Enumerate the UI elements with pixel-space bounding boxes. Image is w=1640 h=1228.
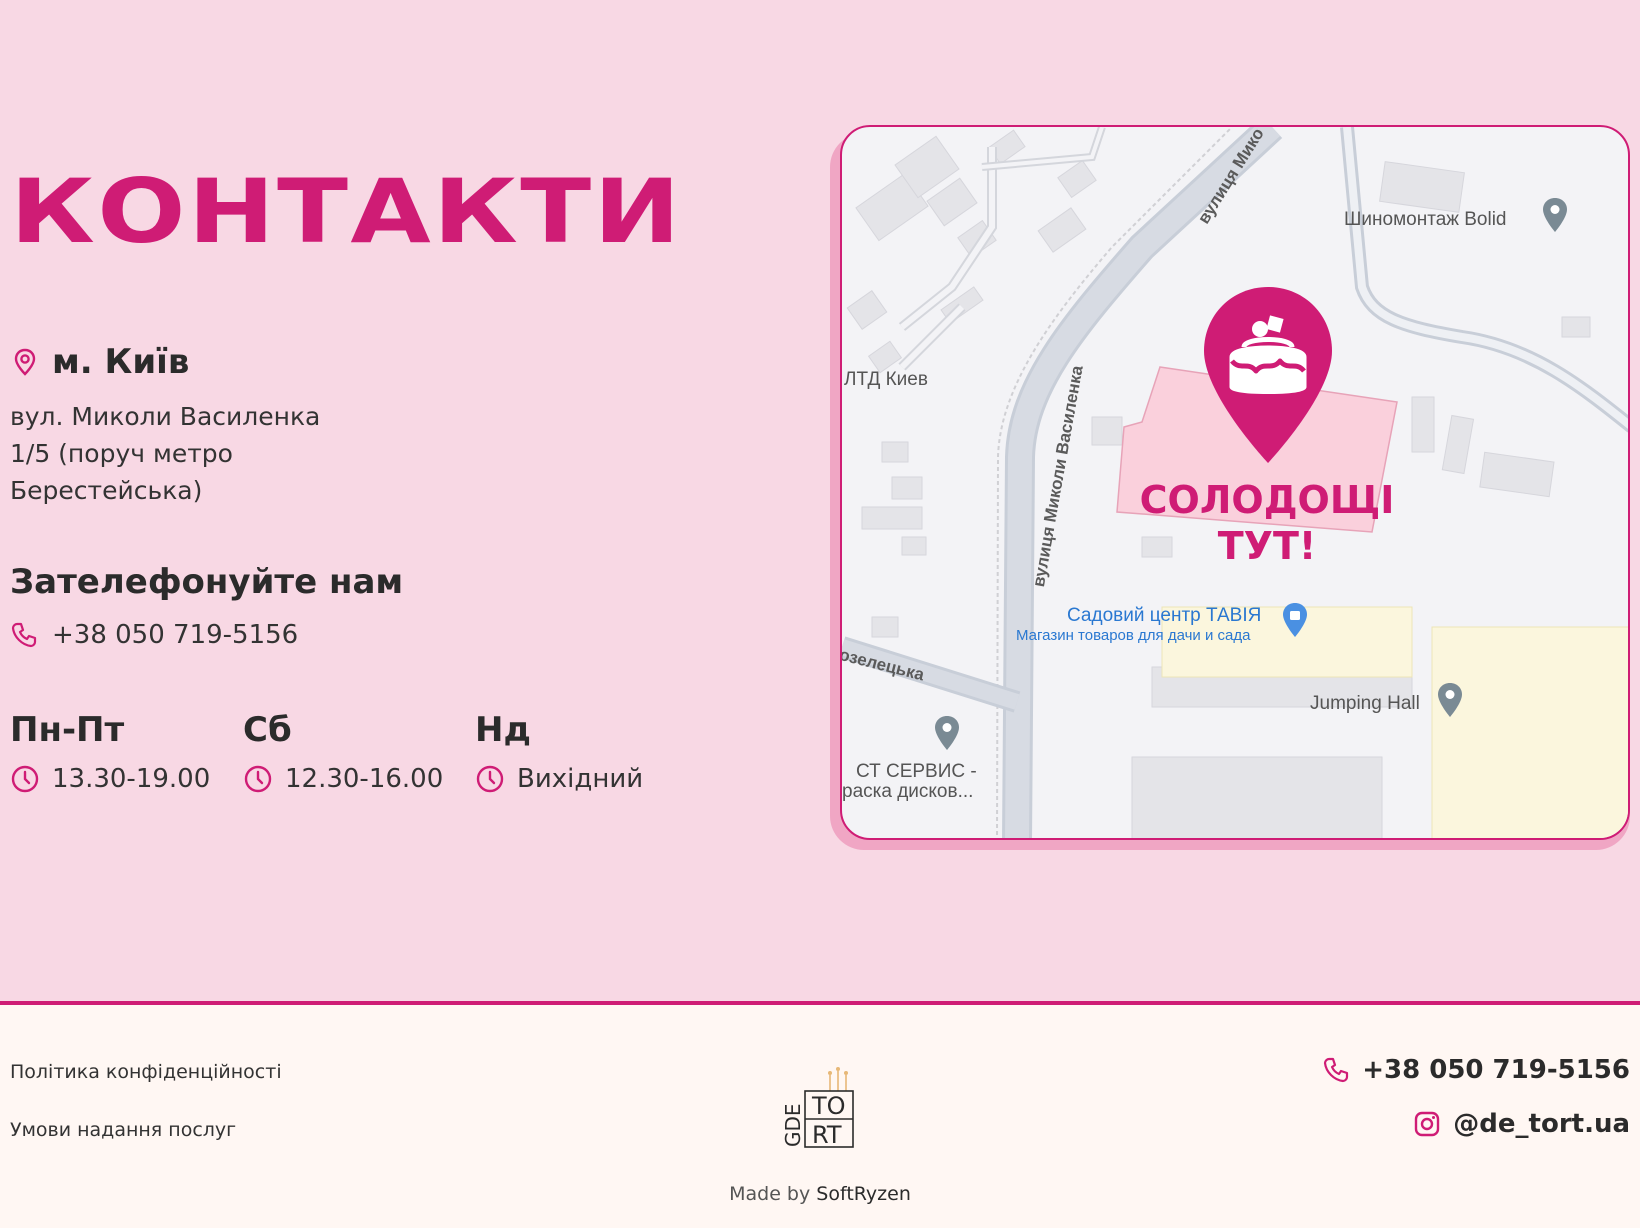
hours-day: Сб [243, 710, 292, 750]
address-line: вул. Миколи Василенка [10, 402, 321, 431]
hours-weekdays: Пн-Пт 13.30-19.00 [10, 710, 210, 794]
logo-text-to: TO [811, 1092, 846, 1120]
phone-icon [11, 622, 37, 648]
logo-text-rt: RT [812, 1121, 842, 1149]
map-poi-pin-icon [1438, 683, 1462, 717]
made-by-brand-link[interactable]: SoftRyzen [816, 1183, 911, 1205]
sweets-here-label: СОЛОДОЩІ ТУТ! [1132, 477, 1402, 569]
address-line: 1/5 (поруч метро [10, 439, 233, 468]
sweets-line-1: СОЛОДОЩІ [1139, 478, 1395, 522]
made-by-text: Made by [729, 1183, 811, 1205]
logo-text-gde: GDE [781, 1103, 805, 1147]
made-by: Made by SoftRyzen [0, 1183, 1640, 1205]
hours-day: Нд [475, 710, 531, 750]
footer: Політика конфіденційності Умови надання … [0, 1001, 1640, 1228]
hours-sunday: Нд Вихідний [475, 710, 643, 794]
page-title: КОНТАКТИ [10, 160, 683, 263]
footer-phone-number: +38 050 719-5156 [1362, 1055, 1630, 1085]
map-poi-label: Шиномонтаж Bolid [1344, 209, 1507, 230]
address-line: Берестейська) [10, 476, 203, 505]
location-map[interactable]: вулиця Миколи Василенка вулиця Мико озел… [840, 125, 1630, 840]
city-name: м. Київ [52, 342, 190, 382]
map-poi-label: Jumping Hall [1310, 693, 1420, 714]
clock-icon [476, 765, 504, 793]
location-icon [14, 348, 36, 376]
phone-number: +38 050 719-5156 [52, 620, 299, 650]
map-poi-pin-icon [935, 716, 959, 750]
hours-day: Пн-Пт [10, 710, 125, 750]
footer-phone-link[interactable]: +38 050 719-5156 [1322, 1055, 1630, 1085]
map-poi-label: раска дисков... [842, 781, 974, 802]
cake-location-pin-icon [1204, 287, 1332, 463]
sweets-line-2: ТУТ! [1217, 524, 1317, 568]
terms-of-service-link[interactable]: Умови надання послуг [10, 1119, 236, 1141]
shop-pin-icon [1283, 603, 1307, 637]
address: вул. Миколи Василенка 1/5 (поруч метро Б… [10, 398, 350, 509]
phone-icon [1324, 1057, 1349, 1083]
city-row: м. Київ [10, 342, 189, 382]
privacy-policy-link[interactable]: Політика конфіденційності [10, 1061, 282, 1083]
instagram-handle: @de_tort.ua [1453, 1109, 1630, 1139]
call-title: Зателефонуйте нам [10, 562, 404, 602]
hours-time: Вихідний [517, 764, 644, 794]
map-poi-pin-icon [1543, 198, 1567, 232]
hours-time: 13.30-19.00 [52, 764, 211, 794]
phone-link[interactable]: +38 050 719-5156 [10, 620, 298, 650]
instagram-icon [1415, 1111, 1440, 1137]
contacts-section: КОНТАКТИ м. Київ вул. Миколи Василенка 1… [0, 0, 1640, 1001]
map-poi-label: Садовий центр ТАВІЯ [1067, 605, 1262, 626]
clock-icon [244, 765, 272, 793]
hours-saturday: Сб 12.30-16.00 [243, 710, 443, 794]
map-poi-label: СТ СЕРВИС - [856, 761, 977, 782]
gde-tort-logo[interactable]: TO RT GDE [780, 1061, 860, 1151]
clock-icon [11, 765, 39, 793]
hours-time: 12.30-16.00 [285, 764, 444, 794]
instagram-link[interactable]: @de_tort.ua [1413, 1109, 1630, 1139]
map-poi-label: Магазин товаров для дачи и сада [1016, 627, 1251, 644]
map-poi-label: ЛТД Киев [844, 369, 928, 390]
